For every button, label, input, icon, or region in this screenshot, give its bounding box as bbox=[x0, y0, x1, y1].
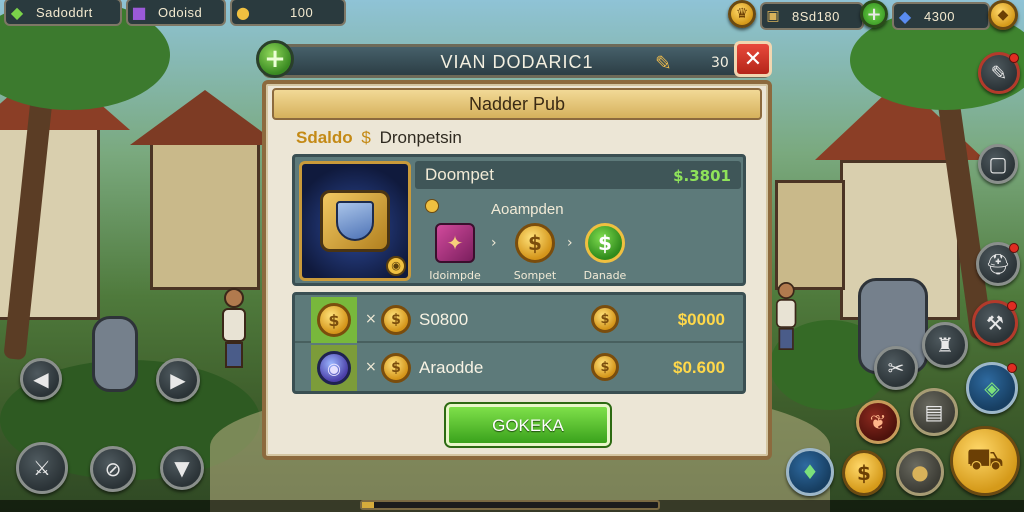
inventory-bag-icon[interactable]: ⛟ bbox=[950, 426, 1020, 496]
crown-avatar-icon[interactable]: ♛ bbox=[728, 0, 756, 28]
item-badge-icon: ◉ bbox=[386, 256, 406, 276]
recipe-step-label: Idoimpde bbox=[429, 269, 481, 282]
resource-value: 8Sd180 bbox=[792, 8, 840, 24]
helmet-icon[interactable]: ⛑ bbox=[976, 242, 1020, 286]
subheading-gold-text: Sdaldo bbox=[296, 128, 353, 147]
cost-row[interactable]: $ × $ S0800 $ $0000 bbox=[295, 297, 743, 343]
anvil-icon[interactable]: ▤ bbox=[910, 388, 958, 436]
row-amount: $0000 bbox=[677, 310, 725, 329]
recipe-label: Aoampden bbox=[491, 201, 564, 218]
scroll-shield-icon bbox=[320, 190, 390, 252]
gold-coin-icon: $ bbox=[381, 305, 411, 335]
compass-icon[interactable]: ⊘ bbox=[90, 446, 136, 492]
resource-counter-purple[interactable]: ■ Odoisd bbox=[126, 0, 226, 26]
gold-coin-icon: $ bbox=[591, 305, 619, 333]
recipe-step-label: Danade bbox=[583, 269, 627, 282]
pub-dialog: VIAN DODARIC1 ✎ 30 + ✕ Nadder Pub Sdaldo… bbox=[256, 40, 772, 460]
recipe-step-3[interactable]: $ Danade bbox=[565, 223, 645, 282]
gold-coin-icon: $ bbox=[591, 353, 619, 381]
stone-statue-left bbox=[92, 316, 138, 392]
cost-rows-panel: $ × $ S0800 $ $0000 ◉ × $ Araodde $ $0.6… bbox=[292, 292, 746, 394]
cost-row[interactable]: ◉ × $ Araodde $ $0.600 bbox=[295, 345, 743, 391]
green-coin-icon: $ bbox=[585, 223, 625, 263]
crystal-shop-icon[interactable]: ◈ bbox=[966, 362, 1018, 414]
green-crystal-icon[interactable]: ♦ bbox=[786, 448, 834, 496]
gold-gem-icon[interactable]: ◆ bbox=[988, 0, 1018, 30]
dialog-header-count: 30 bbox=[711, 55, 729, 71]
resource-value: Sadoddrt bbox=[36, 4, 93, 20]
times-sign: × bbox=[365, 311, 377, 327]
arrow-down-icon[interactable]: ▼ bbox=[160, 446, 204, 490]
dialog-header: VIAN DODARIC1 ✎ 30 bbox=[262, 44, 772, 78]
plus-symbol: + bbox=[264, 44, 286, 74]
key-icon: ✎ bbox=[655, 51, 672, 75]
close-icon: ✕ bbox=[743, 46, 763, 72]
add-currency-button[interactable]: + bbox=[860, 0, 888, 28]
resource-counter-gems[interactable]: ◆ Sadoddrt bbox=[4, 0, 122, 26]
purple-orb-icon: ◉ bbox=[317, 351, 351, 385]
gold-coin-icon: $ bbox=[381, 353, 411, 383]
resource-value: Odoisd bbox=[158, 4, 203, 20]
blue-gem-icon: ◆ bbox=[898, 6, 912, 26]
villager-right bbox=[775, 282, 797, 350]
axe-icon[interactable]: ⚒ bbox=[972, 300, 1018, 346]
gold-coin-icon: $ bbox=[515, 223, 555, 263]
row-label: S0800 bbox=[419, 310, 469, 329]
offer-price: $.3801 bbox=[673, 167, 731, 185]
far-right-house bbox=[775, 180, 845, 290]
wrench-icon[interactable]: ✂ bbox=[874, 346, 918, 390]
times-sign: × bbox=[365, 359, 377, 375]
notification-dot bbox=[1007, 363, 1017, 373]
scroll-map-icon[interactable]: ✎ bbox=[978, 52, 1020, 94]
leaf-quest-icon[interactable]: ❦ bbox=[856, 400, 900, 444]
recipe-step-1[interactable]: ✦ Idoimpde bbox=[415, 223, 495, 282]
row-label: Araodde bbox=[419, 358, 484, 377]
offer-panel: ◉ Doompet $.3801 Aoampden ✦ Idoimpde › $… bbox=[292, 154, 746, 286]
item-frame[interactable]: ◉ bbox=[299, 161, 411, 281]
dialog-banner-title: Nadder Pub bbox=[272, 88, 762, 120]
green-gem-icon: ◆ bbox=[10, 2, 24, 22]
close-button[interactable]: ✕ bbox=[734, 41, 772, 77]
small-coin-icon bbox=[425, 199, 439, 213]
dialog-header-title: VIAN DODARIC1 bbox=[440, 52, 594, 72]
subheading-coin-icon: $ bbox=[361, 128, 371, 147]
dialog-subheading: Sdaldo $ Dronpetsin bbox=[296, 128, 462, 148]
arrow-right-icon[interactable]: ▶ bbox=[156, 358, 200, 402]
recipe-step-2[interactable]: $ Sompet bbox=[495, 223, 575, 282]
magic-book-icon: ✦ bbox=[435, 223, 475, 263]
subheading-text: Dronpetsin bbox=[379, 128, 462, 147]
offer-name: Doompet bbox=[425, 165, 494, 184]
gold-coin-button-icon[interactable]: $ bbox=[842, 450, 886, 496]
recipe-step-label: Sompet bbox=[513, 269, 557, 282]
progress-fill bbox=[362, 502, 374, 508]
resource-counter-blue[interactable]: ◆ 4300 bbox=[892, 2, 990, 30]
left-back-house bbox=[150, 140, 260, 290]
gold-coin-icon: ● bbox=[236, 2, 250, 22]
villager-left bbox=[222, 288, 246, 368]
armor-icon[interactable]: ♜ bbox=[922, 322, 968, 368]
notification-dot bbox=[1009, 53, 1019, 63]
row-amount: $0.600 bbox=[673, 358, 725, 377]
square-menu-icon[interactable]: ▢ bbox=[978, 144, 1018, 184]
dialog-body: Nadder Pub Sdaldo $ Dronpetsin ◉ Doompet… bbox=[262, 80, 772, 460]
notification-dot bbox=[1007, 301, 1017, 311]
left-back-roof bbox=[130, 90, 280, 145]
notification-dot bbox=[1009, 243, 1019, 253]
plus-icon[interactable]: + bbox=[256, 40, 294, 78]
progress-track bbox=[360, 500, 660, 510]
bronze-medal-icon[interactable]: ● bbox=[896, 448, 944, 496]
purple-gem-icon: ■ bbox=[131, 2, 147, 22]
arrow-left-icon[interactable]: ◀ bbox=[20, 358, 62, 400]
confirm-button[interactable]: GOKEKA bbox=[446, 404, 610, 446]
resource-value: 100 bbox=[290, 4, 314, 20]
resource-counter-gold[interactable]: ● 100 bbox=[230, 0, 346, 26]
resource-value: 4300 bbox=[924, 8, 955, 24]
offer-title-bar: Doompet $.3801 bbox=[415, 161, 741, 189]
chest-icon: ▣ bbox=[766, 8, 780, 24]
sword-icon[interactable]: ⚔ bbox=[16, 442, 68, 494]
resource-counter-trophy[interactable]: ▣ 8Sd180 bbox=[760, 2, 864, 30]
gold-coin-icon: $ bbox=[317, 303, 351, 337]
